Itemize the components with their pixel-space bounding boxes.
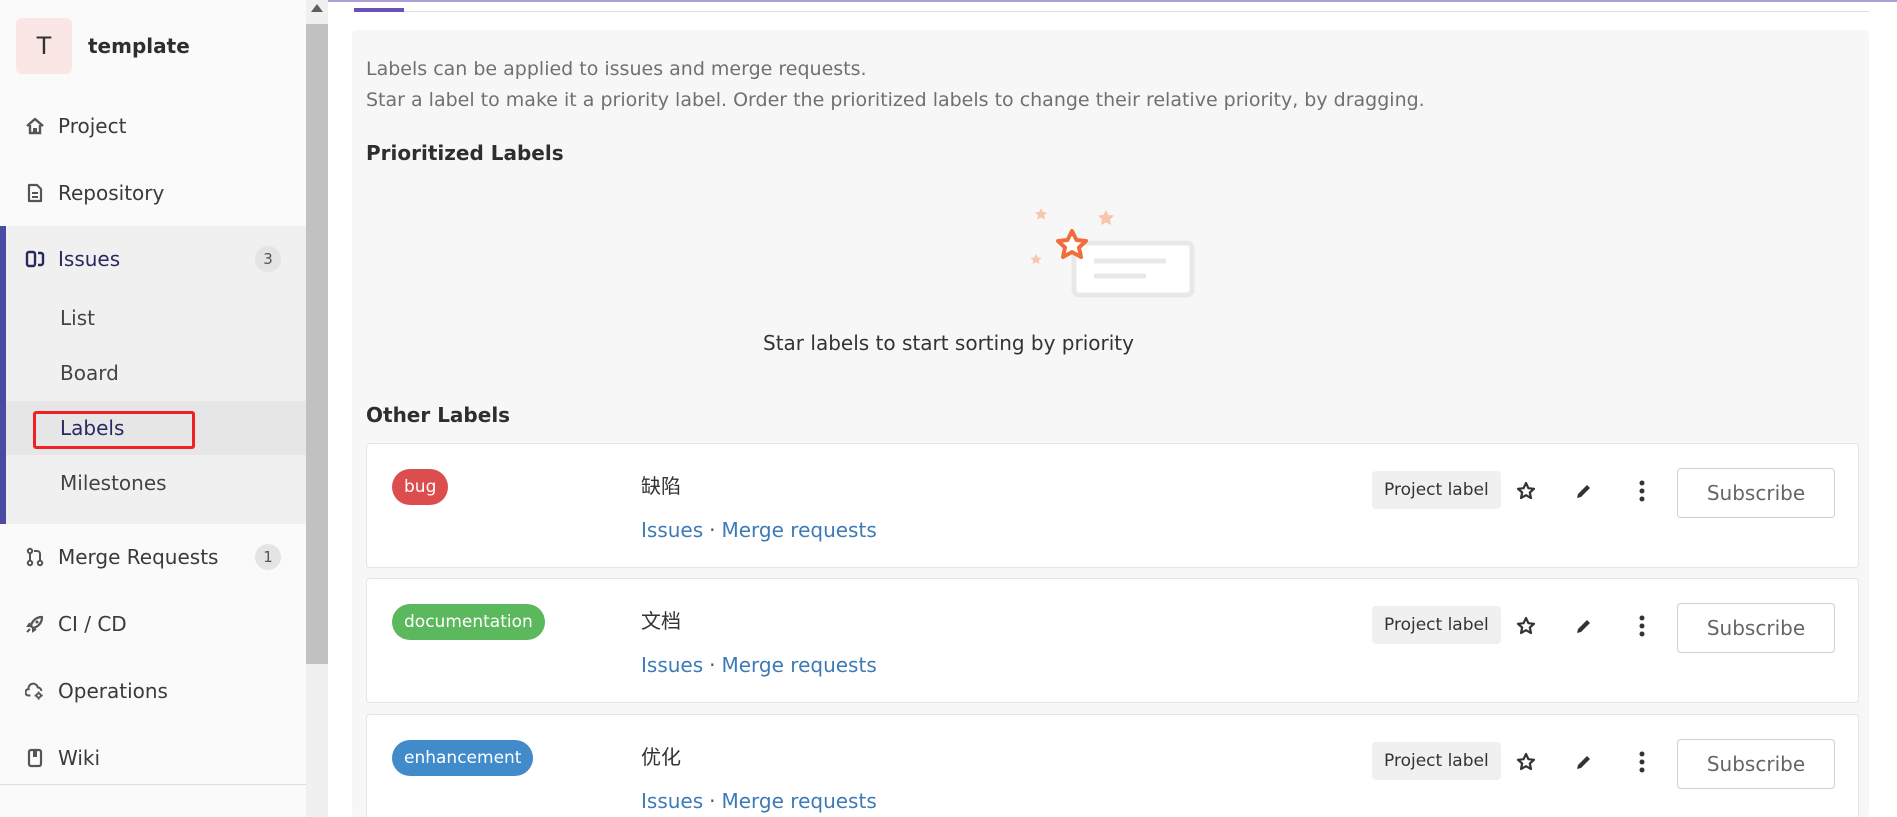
labels-description-line2: Star a label to make it a priority label…: [366, 89, 1425, 111]
labels-description-line1: Labels can be applied to issues and merg…: [366, 58, 867, 80]
label-row: bug 缺陷 Issues · Merge requests Project lab…: [366, 443, 1859, 568]
nav-wiki[interactable]: Wiki: [0, 731, 306, 785]
label-merge-requests-link[interactable]: Merge requests: [722, 789, 877, 813]
merge-request-icon: [25, 547, 45, 567]
nav-merge-requests-label: Merge Requests: [58, 545, 219, 569]
prioritized-labels-title: Prioritized Labels: [366, 141, 564, 165]
label-issues-link[interactable]: Issues: [641, 518, 703, 542]
nav-repository-label: Repository: [58, 181, 165, 205]
tab-divider: [404, 11, 1869, 12]
link-separator: ·: [709, 789, 716, 813]
nav-project-label: Project: [58, 114, 127, 138]
project-header[interactable]: T template: [16, 18, 190, 74]
nav-project[interactable]: Project: [0, 99, 306, 153]
kebab-icon[interactable]: [1631, 615, 1653, 637]
nav-merge-requests[interactable]: Merge Requests 1: [0, 530, 306, 584]
nav-issues[interactable]: Issues 3: [0, 232, 306, 286]
nav-issues-list[interactable]: List: [60, 306, 95, 330]
sidebar-scrollbar[interactable]: [306, 0, 328, 817]
empty-priority-text: Star labels to start sorting by priority: [763, 331, 1134, 355]
project-name[interactable]: template: [88, 34, 190, 58]
subscribe-button[interactable]: Subscribe: [1677, 603, 1835, 653]
pencil-icon[interactable]: [1573, 751, 1595, 773]
book-icon: [25, 748, 45, 768]
nav-operations-label: Operations: [58, 679, 168, 703]
label-merge-requests-link[interactable]: Merge requests: [722, 653, 877, 677]
document-icon: [25, 183, 45, 203]
active-tab-underline: [354, 8, 404, 12]
label-pill[interactable]: enhancement: [392, 740, 534, 776]
sidebar: T template Project Repository Issues 3 L…: [0, 0, 306, 817]
label-type-badge: Project label: [1372, 742, 1501, 780]
pencil-icon[interactable]: [1573, 480, 1595, 502]
label-row: enhancement 优化 Issues · Merge requests Pro…: [366, 714, 1859, 817]
label-description: 文档: [641, 609, 681, 633]
nav-wiki-label: Wiki: [58, 746, 101, 770]
issues-count-badge: 3: [255, 246, 281, 272]
home-icon: [25, 116, 45, 136]
issues-icon: [25, 249, 45, 269]
kebab-icon[interactable]: [1631, 751, 1653, 773]
scroll-up-arrow-icon[interactable]: [311, 4, 323, 12]
label-links: Issues · Merge requests: [641, 789, 877, 813]
labels-highlight-box: [33, 411, 195, 449]
project-avatar[interactable]: T: [16, 18, 72, 74]
star-outline-icon[interactable]: [1515, 480, 1537, 502]
star-outline-icon[interactable]: [1515, 615, 1537, 637]
star-outline-icon[interactable]: [1515, 751, 1537, 773]
pencil-icon[interactable]: [1573, 615, 1595, 637]
label-issues-link[interactable]: Issues: [641, 789, 703, 813]
label-merge-requests-link[interactable]: Merge requests: [722, 518, 877, 542]
nav-operations[interactable]: Operations: [0, 664, 306, 718]
label-pill[interactable]: bug: [392, 469, 449, 505]
other-labels-title: Other Labels: [366, 403, 511, 427]
subscribe-button[interactable]: Subscribe: [1677, 468, 1835, 518]
label-type-badge: Project label: [1372, 606, 1501, 644]
label-type-badge: Project label: [1372, 471, 1501, 509]
nav-issues-board[interactable]: Board: [60, 361, 119, 385]
sidebar-divider: [0, 784, 306, 785]
subscribe-button[interactable]: Subscribe: [1677, 739, 1835, 789]
label-description: 优化: [641, 745, 681, 769]
link-separator: ·: [709, 518, 716, 542]
merge-requests-count-badge: 1: [255, 544, 281, 570]
link-separator: ·: [709, 653, 716, 677]
label-pill[interactable]: documentation: [392, 604, 545, 640]
nav-issues-milestones[interactable]: Milestones: [60, 471, 167, 495]
label-links: Issues · Merge requests: [641, 653, 877, 677]
nav-repository[interactable]: Repository: [0, 166, 306, 220]
nav-cicd-label: CI / CD: [58, 612, 127, 636]
kebab-icon[interactable]: [1631, 480, 1653, 502]
nav-issues-label: Issues: [58, 247, 121, 271]
label-description: 缺陷: [641, 474, 681, 498]
label-issues-link[interactable]: Issues: [641, 653, 703, 677]
label-links: Issues · Merge requests: [641, 518, 877, 542]
empty-priority-illustration: [1026, 203, 1196, 307]
rocket-icon: [25, 614, 45, 634]
nav-cicd[interactable]: CI / CD: [0, 597, 306, 651]
cloud-gear-icon: [25, 681, 45, 701]
label-row: documentation 文档 Issues · Merge requests P…: [366, 578, 1859, 703]
